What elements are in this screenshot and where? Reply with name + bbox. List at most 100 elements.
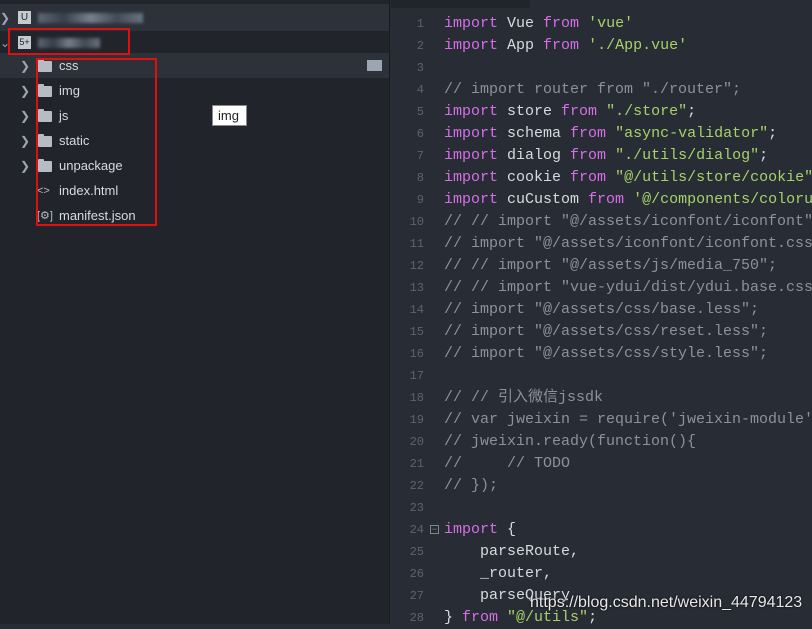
token-str: "@/utils/store/cookie" [615,169,812,186]
token-id [606,169,615,186]
code-line[interactable]: 26 _router, [391,563,812,585]
line-number: 21 [409,457,424,471]
token-cm: // import "@/assets/css/style.less"; [444,345,769,362]
token-cm: // // 引入微信jssdk [444,389,604,406]
token-id: schema [498,125,571,142]
watermark: https://blog.csdn.net/weixin_44794123 [530,594,803,611]
line-number: 22 [409,479,424,493]
code-line[interactable]: 16 // import "@/assets/css/style.less"; [391,343,812,365]
code-text: // jweixin.ready(function(){ [444,431,696,453]
code-line[interactable]: 7 import dialog from "./utils/dialog"; [391,145,812,167]
token-id [606,125,615,142]
line-number: 13 [409,281,424,295]
line-number: 14 [409,303,424,317]
token-cm: // // import "@/assets/iconfont/iconfont… [444,213,812,230]
code-line[interactable]: 13 // // import "vue-ydui/dist/ydui.base.… [391,277,812,299]
line-number: 2 [416,39,424,53]
code-line[interactable]: 20 // jweixin.ready(function(){ [391,431,812,453]
chevron-right-icon[interactable]: ❯ [20,84,30,98]
highlight-box [36,58,157,226]
token-cm: // var jweixin = require('jweixin-module… [444,411,812,428]
code-line[interactable]: 3 [391,57,812,79]
token-id: parseRoute, [444,543,580,560]
token-kw: import [444,15,499,32]
code-line[interactable]: 11 // import "@/assets/iconfont/iconfont.… [391,233,812,255]
code-line[interactable]: 2 import App from './App.vue' [391,35,812,57]
blurred-project-name [38,12,143,23]
code-line[interactable]: 25 parseRoute, [391,541,812,563]
token-kw: from [570,169,607,186]
token-str: './App.vue' [588,37,688,54]
token-id: App [498,37,544,54]
token-cm: // // import "@/assets/js/media_750"; [444,257,778,274]
token-id [579,37,588,54]
code-line[interactable]: 10 // // import "@/assets/iconfont/iconfo… [391,211,812,233]
line-number: 7 [416,149,424,163]
project-row-1[interactable]: ❯ U [0,4,389,31]
code-line[interactable]: 17 [391,365,812,387]
code-text: // var jweixin = require('jweixin-module… [444,409,812,431]
new-folder-icon[interactable] [367,60,382,71]
chevron-right-icon[interactable]: ❯ [0,11,10,25]
token-kw: from [588,191,625,208]
token-cm: // // TODO [444,455,571,472]
token-id: } [444,609,463,626]
tooltip: img [212,105,247,126]
code-text: import cuCustom from '@/components/color… [444,189,812,211]
code-editor[interactable]: 1 import Vue from 'vue' 2 import App from '… [391,0,812,626]
token-id [498,609,507,626]
token-id: { [498,521,517,538]
code-text: // import router from "./router"; [444,79,741,101]
code-text: import schema from "async-validator"; [444,123,777,145]
code-line[interactable]: 14 // import "@/assets/css/base.less"; [391,299,812,321]
token-id: ; [687,103,697,120]
token-kw: import [444,521,499,538]
line-number: 8 [416,171,424,185]
code-text: import { [444,519,516,541]
token-kw: import [444,147,499,164]
line-number: 5 [416,105,424,119]
code-line[interactable]: 23 [391,497,812,519]
line-number: 23 [409,501,424,515]
code-line[interactable]: 15 // import "@/assets/css/reset.less"; [391,321,812,343]
code-line[interactable]: 18 // // 引入微信jssdk [391,387,812,409]
code-text: // import "@/assets/css/base.less"; [444,299,759,321]
token-kw: from [462,609,499,626]
code-line[interactable]: 8 import cookie from "@/utils/store/cooki… [391,167,812,189]
fold-toggle-icon[interactable]: − [430,525,439,534]
code-line[interactable]: 22 // }); [391,475,812,497]
code-line[interactable]: 5 import store from "./store"; [391,101,812,123]
token-kw: import [444,125,499,142]
token-str: '@/components/coloru [633,191,812,208]
code-line[interactable]: 21 // // TODO [391,453,812,475]
line-number: 15 [409,325,424,339]
code-line[interactable]: 4 // import router from "./router"; [391,79,812,101]
token-kw: import [444,191,499,208]
code-line[interactable]: 6 import schema from "async-validator"; [391,123,812,145]
token-id: dialog [498,147,571,164]
code-line[interactable]: 19 // var jweixin = require('jweixin-modu… [391,409,812,431]
token-id: cookie [498,169,571,186]
token-id: Vue [498,15,544,32]
token-cm: // }); [444,477,499,494]
code-line[interactable]: 9 import cuCustom from '@/components/colo… [391,189,812,211]
token-id: ; [759,147,769,164]
token-cm: // import "@/assets/css/reset.less"; [444,323,769,340]
code-line[interactable]: 24− import { [391,519,812,541]
code-text: // import "@/assets/css/reset.less"; [444,321,768,343]
chevron-right-icon[interactable]: ❯ [20,109,30,123]
code-line[interactable]: 1 import Vue from 'vue' [391,13,812,35]
code-text: import cookie from "@/utils/store/cookie… [444,167,812,189]
line-number: 25 [409,545,424,559]
chevron-right-icon[interactable]: ❯ [20,159,30,173]
line-number: 1 [416,17,424,31]
code-line[interactable]: 12 // // import "@/assets/js/media_750"; [391,255,812,277]
chevron-right-icon[interactable]: ❯ [20,59,30,73]
code-text: import dialog from "./utils/dialog"; [444,145,768,167]
line-number: 11 [409,237,424,251]
line-number: 16 [409,347,424,361]
highlight-box [8,28,130,55]
line-number: 28 [409,611,424,625]
chevron-right-icon[interactable]: ❯ [20,134,30,148]
token-id [579,15,588,32]
